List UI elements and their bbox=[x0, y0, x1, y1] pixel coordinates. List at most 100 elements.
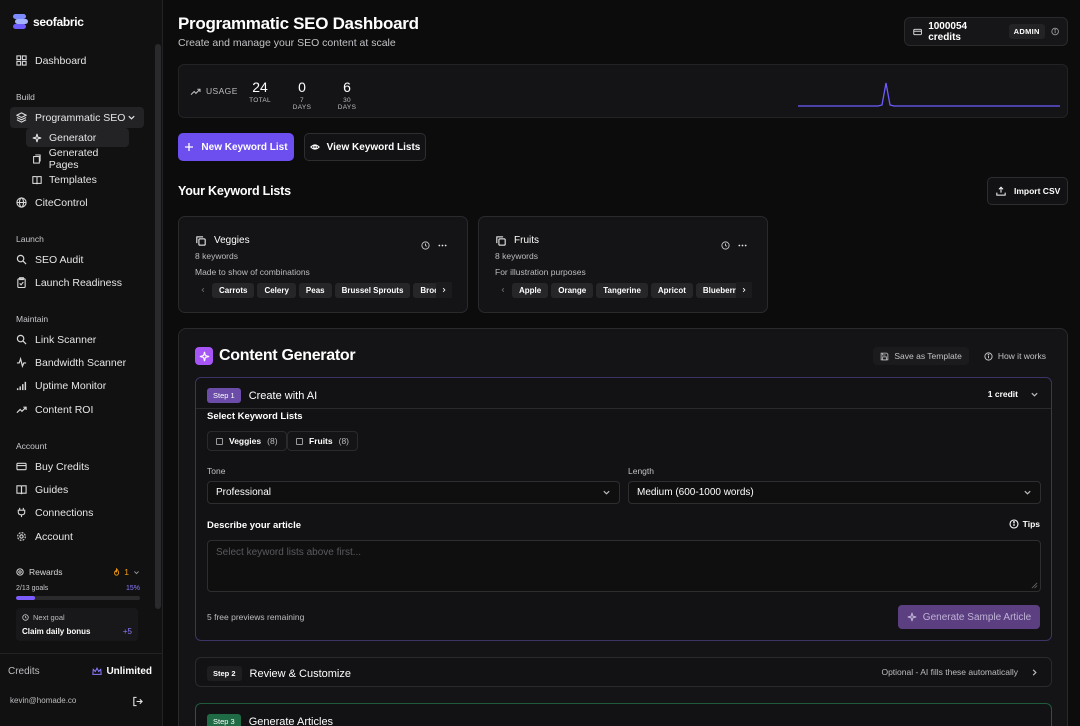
keyword-chip: Celery bbox=[257, 282, 296, 298]
sidebar-item-connections[interactable]: Connections bbox=[10, 502, 144, 523]
chevron-right-icon[interactable] bbox=[436, 282, 452, 298]
sidebar-item-citecontrol[interactable]: CiteControl bbox=[10, 192, 144, 213]
sidebar-item-content-roi[interactable]: Content ROI bbox=[10, 399, 144, 420]
select-list-veggies[interactable]: Veggies (8) bbox=[207, 431, 287, 451]
divider bbox=[196, 408, 1051, 409]
plus-icon bbox=[185, 143, 194, 151]
gear-icon bbox=[17, 532, 26, 541]
describe-label: Describe your article bbox=[207, 520, 301, 531]
sidebar-item-guides[interactable]: Guides bbox=[10, 479, 144, 500]
search-icon bbox=[16, 334, 27, 345]
checkbox[interactable] bbox=[296, 437, 303, 445]
save-icon bbox=[881, 352, 889, 360]
sidebar-item-label: Dashboard bbox=[35, 54, 87, 67]
checkbox[interactable] bbox=[216, 437, 223, 445]
stat-label: TOTAL bbox=[249, 97, 271, 104]
new-keyword-list-button[interactable]: New Keyword List bbox=[178, 133, 294, 161]
sidebar-item-uptime-monitor[interactable]: Uptime Monitor bbox=[10, 375, 144, 396]
option-name: Fruits bbox=[309, 436, 333, 446]
select-list-fruits[interactable]: Fruits (8) bbox=[287, 431, 359, 451]
sidebar-item-launch-readiness[interactable]: Launch Readiness bbox=[10, 272, 144, 293]
length-select[interactable]: Medium (600-1000 words) bbox=[628, 481, 1041, 504]
logout-icon[interactable] bbox=[132, 696, 143, 707]
stat-value: 0 bbox=[298, 79, 306, 95]
sidebar-item-label: Content ROI bbox=[35, 403, 94, 416]
rewards-streak[interactable]: 1 bbox=[113, 567, 140, 577]
list-count: 8 keywords bbox=[495, 251, 538, 261]
tips-button[interactable]: Tips bbox=[1009, 519, 1040, 529]
next-goal-reward: +5 bbox=[122, 627, 132, 636]
view-keyword-lists-button[interactable]: View Keyword Lists bbox=[304, 133, 426, 161]
sidebar-item-dashboard[interactable]: Dashboard bbox=[10, 50, 144, 71]
sidebar-item-account[interactable]: Account bbox=[10, 526, 144, 547]
sidebar-item-label: CiteControl bbox=[35, 196, 88, 209]
sidebar-subitem-templates[interactable]: Templates bbox=[26, 170, 129, 189]
step-3-panel[interactable]: Step 3 Generate Articles bbox=[195, 703, 1052, 726]
sidebar-item-programmatic-seo[interactable]: Programmatic SEO bbox=[10, 107, 144, 128]
credit-balance-value: 1000054 credits bbox=[928, 20, 968, 43]
section-build: Build bbox=[16, 92, 35, 102]
sidebar-item-label: Guides bbox=[35, 483, 69, 496]
credit-balance[interactable]: 1000054 credits ADMIN bbox=[904, 17, 1068, 46]
how-it-works-button[interactable]: How it works bbox=[977, 347, 1053, 365]
stat-label: 30 DAYS bbox=[337, 97, 357, 111]
keyword-chip: Peas bbox=[298, 282, 332, 298]
button-label: View Keyword Lists bbox=[326, 141, 421, 153]
main-content: Programmatic SEO Dashboard Create and ma… bbox=[163, 0, 1080, 726]
step-name: Generate Articles bbox=[248, 715, 334, 726]
usage-label: USAGE bbox=[206, 86, 238, 96]
search-icon bbox=[16, 254, 27, 265]
sidebar-subitem-label: Templates bbox=[49, 173, 97, 186]
chevron-left-icon[interactable] bbox=[196, 284, 209, 297]
step-1-toggle[interactable]: 1 credit bbox=[988, 389, 1039, 399]
more-horizontal-icon[interactable] bbox=[438, 241, 447, 250]
button-label: New Keyword List bbox=[201, 141, 288, 153]
goals-progress-bar bbox=[16, 596, 140, 600]
generate-sample-button[interactable]: Generate Sample Article bbox=[898, 605, 1040, 629]
step-2-panel[interactable]: Step 2 Review & Customize Optional - AI … bbox=[195, 657, 1052, 687]
resize-handle-icon[interactable] bbox=[1031, 582, 1038, 589]
sidebar-item-label: SEO Audit bbox=[35, 253, 84, 266]
streak-count: 1 bbox=[124, 567, 129, 577]
option-count: (8) bbox=[267, 436, 278, 446]
usage-sparkline bbox=[798, 82, 1060, 107]
copy-icon bbox=[496, 235, 506, 246]
credits-value: Unlimited bbox=[106, 666, 152, 677]
sidebar-item-seo-audit[interactable]: SEO Audit bbox=[10, 249, 144, 270]
info-icon[interactable] bbox=[1051, 27, 1059, 36]
sidebar-scrollbar[interactable] bbox=[155, 44, 161, 609]
keyword-list-card-veggies[interactable]: Veggies 8 keywords Made to show of combi… bbox=[178, 216, 468, 313]
sidebar-item-bandwidth-scanner[interactable]: Bandwidth Scanner bbox=[10, 352, 144, 373]
more-horizontal-icon[interactable] bbox=[738, 241, 747, 250]
goals-count: 2/13 goals bbox=[16, 585, 49, 592]
list-count: 8 keywords bbox=[195, 251, 238, 261]
copy-icon bbox=[196, 235, 206, 246]
keyword-list-card-fruits[interactable]: Fruits 8 keywords For illustration purpo… bbox=[478, 216, 768, 313]
save-template-button[interactable]: Save as Template bbox=[873, 347, 969, 365]
chevron-right-icon[interactable] bbox=[736, 282, 752, 298]
sidebar-item-buy-credits[interactable]: Buy Credits bbox=[10, 456, 144, 477]
brand-logo[interactable]: seofabric bbox=[13, 13, 84, 30]
next-goal-card[interactable]: Next goal Claim daily bonus +5 bbox=[16, 608, 138, 641]
sidebar-item-link-scanner[interactable]: Link Scanner bbox=[10, 329, 144, 350]
sidebar-item-label: Launch Readiness bbox=[35, 276, 122, 289]
keyword-chip: Apple bbox=[512, 282, 549, 298]
sidebar-item-label: Connections bbox=[35, 506, 94, 519]
article-description-input[interactable]: Select keyword lists above first... bbox=[207, 540, 1041, 592]
input-placeholder: Select keyword lists above first... bbox=[216, 547, 362, 558]
clock-icon[interactable] bbox=[721, 241, 730, 250]
trending-up-icon bbox=[16, 406, 27, 414]
pages-icon bbox=[33, 153, 41, 164]
tone-select[interactable]: Professional bbox=[207, 481, 620, 504]
import-csv-button[interactable]: Import CSV bbox=[987, 177, 1068, 205]
sidebar-subitem-generated-pages[interactable]: Generated Pages bbox=[26, 147, 129, 171]
help-icon bbox=[1009, 519, 1019, 529]
dashboard-icon bbox=[16, 55, 27, 66]
credits-label: Credits bbox=[8, 666, 40, 677]
book-icon bbox=[32, 175, 42, 184]
generator-title: Content Generator bbox=[219, 347, 356, 364]
page-title: Programmatic SEO Dashboard bbox=[178, 14, 419, 33]
sidebar-subitem-generator[interactable]: Generator bbox=[26, 128, 129, 147]
chevron-left-icon[interactable] bbox=[496, 284, 509, 297]
clock-icon[interactable] bbox=[421, 241, 430, 250]
